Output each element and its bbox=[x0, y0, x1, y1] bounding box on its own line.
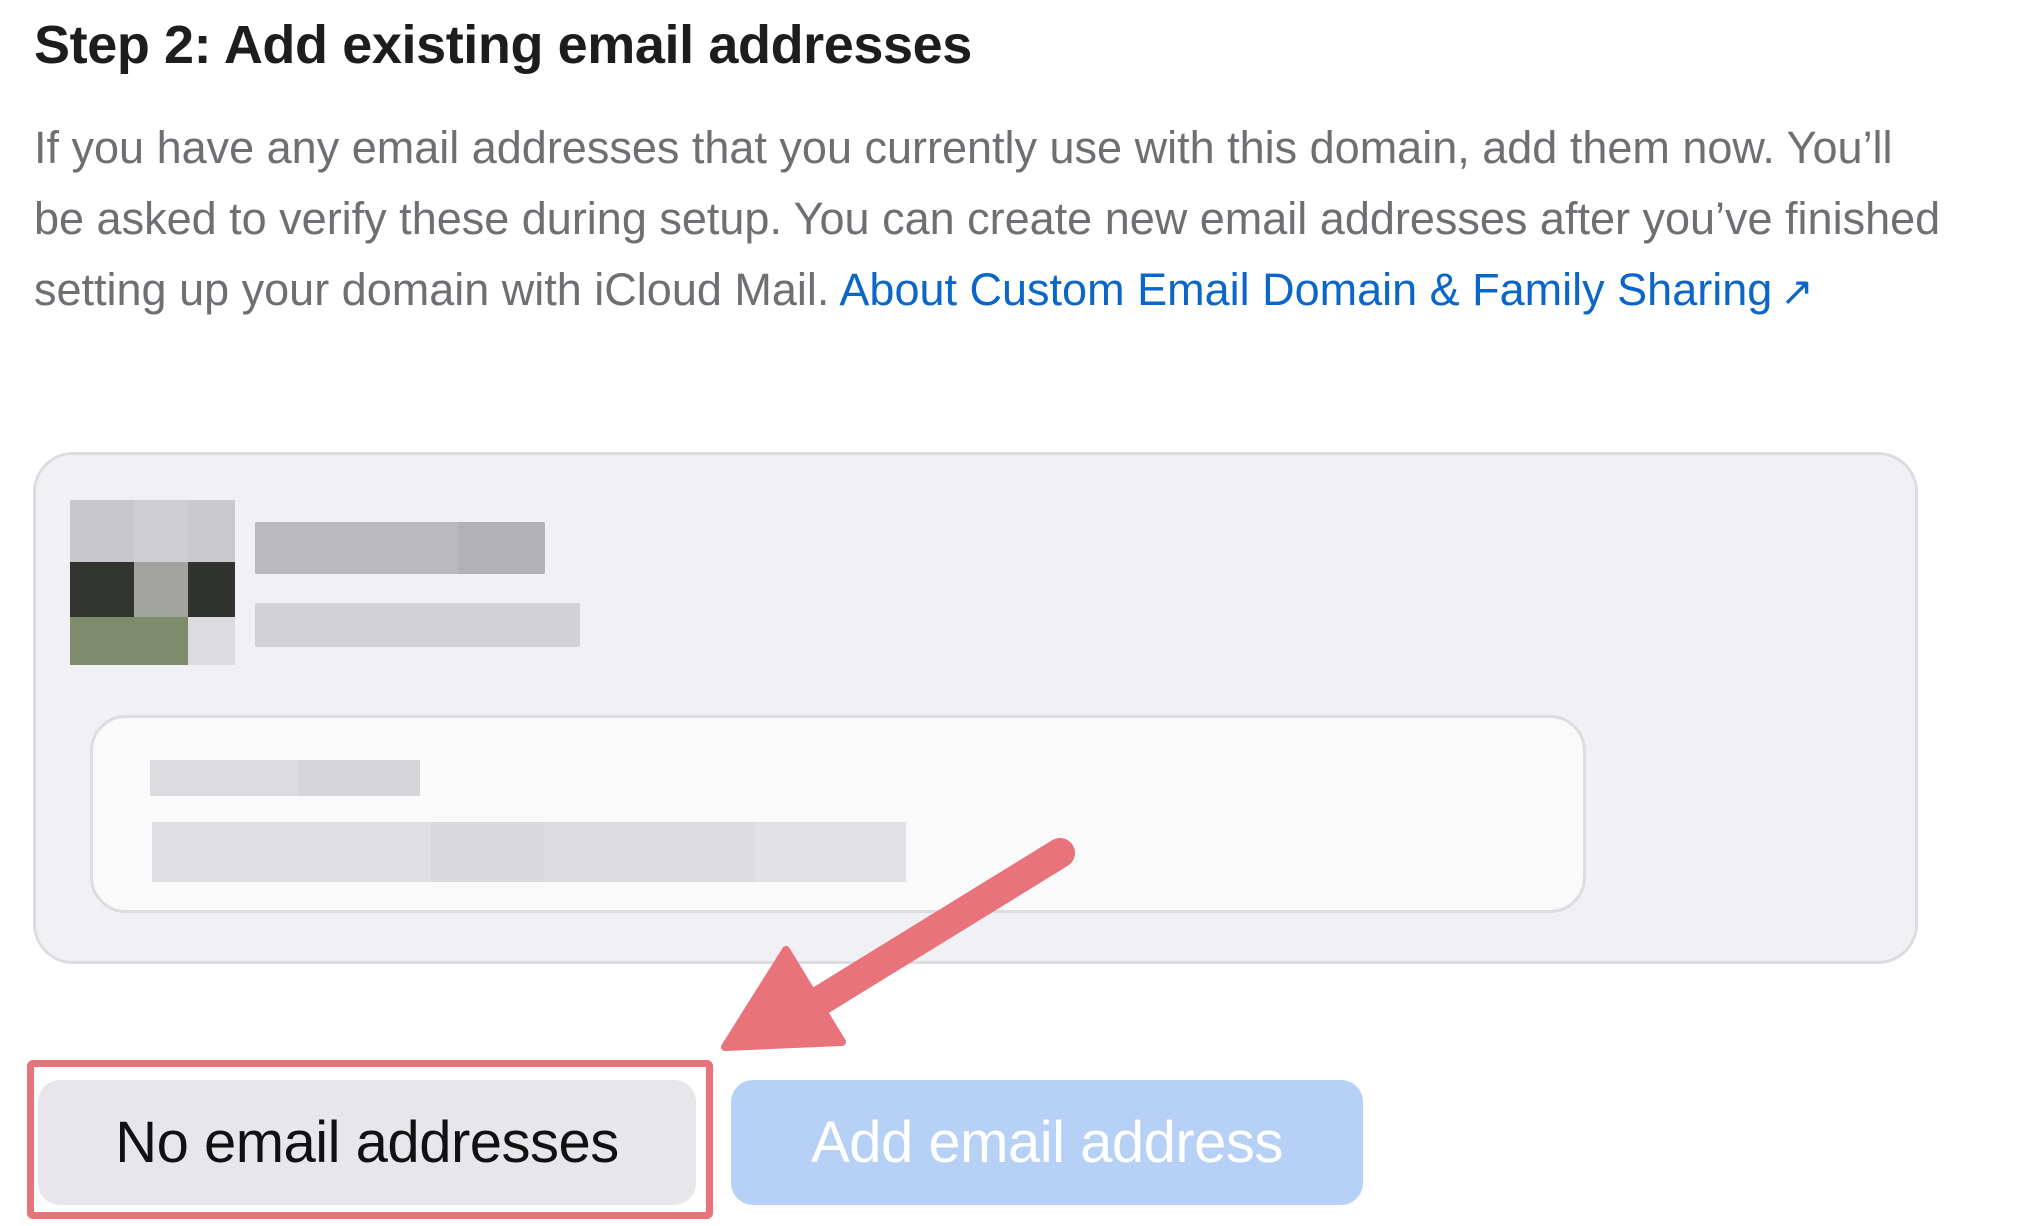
link-label: About Custom Email Domain & Family Shari… bbox=[839, 264, 1773, 315]
annotation-highlight-box bbox=[27, 1060, 713, 1219]
redacted-account-subtitle bbox=[255, 603, 580, 647]
redacted-email-label bbox=[150, 760, 420, 796]
step-title: Step 2: Add existing email addresses bbox=[34, 15, 972, 75]
redacted-account-name bbox=[255, 522, 545, 574]
email-address-item bbox=[90, 715, 1586, 913]
avatar bbox=[70, 500, 235, 665]
external-link-icon: ↗ bbox=[1780, 270, 1814, 314]
redacted-email-address bbox=[152, 822, 906, 882]
about-custom-email-domain-link[interactable]: About Custom Email Domain & Family Shari… bbox=[839, 264, 1813, 315]
step-description: If you have any email addresses that you… bbox=[34, 112, 1954, 328]
add-email-address-button[interactable]: Add email address bbox=[731, 1080, 1363, 1205]
